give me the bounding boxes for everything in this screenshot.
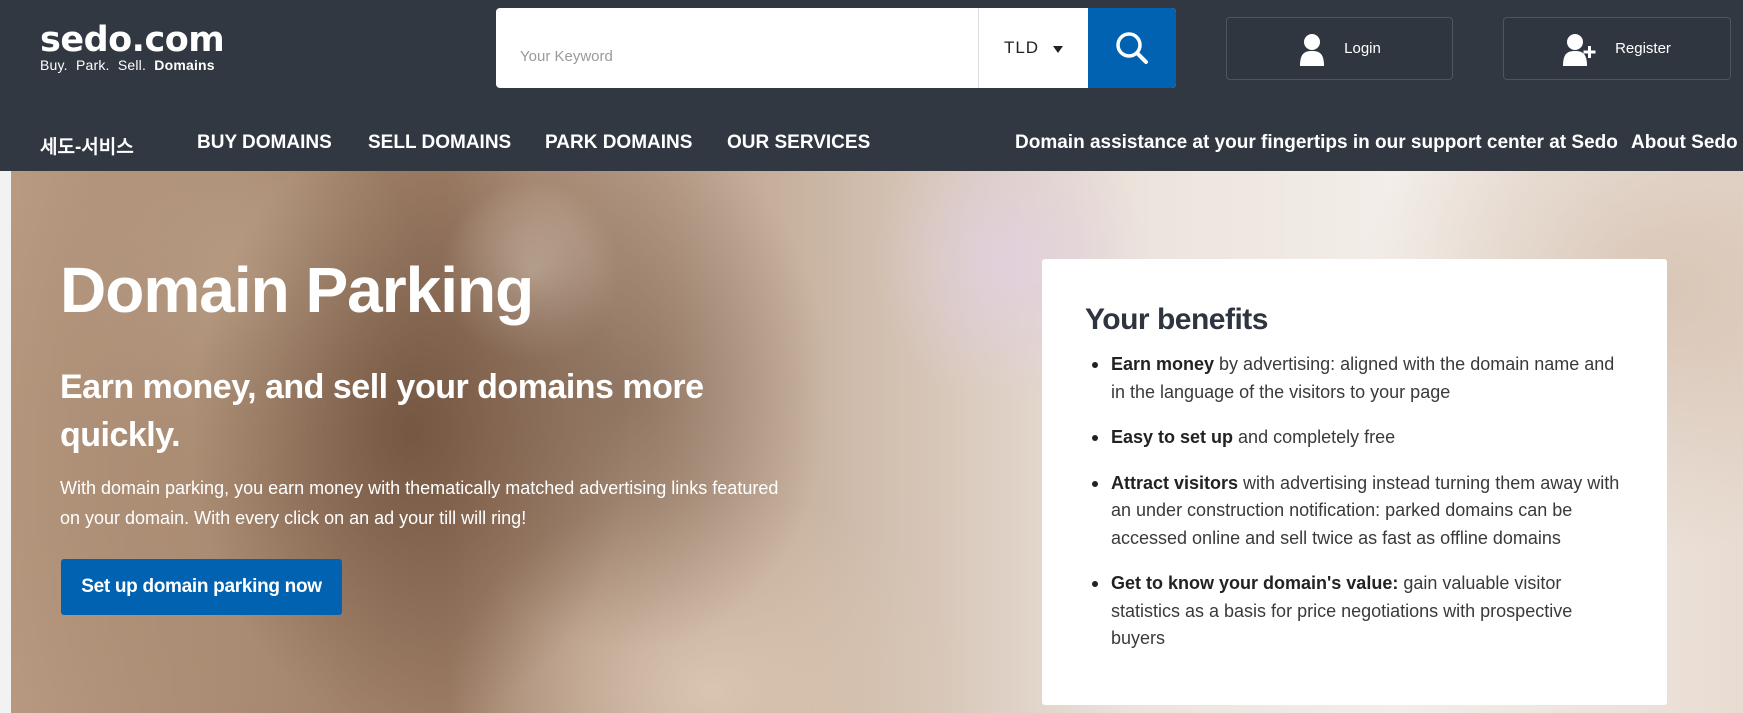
sedo-logo[interactable]: sedo.com Buy. Park. Sell. Domains — [40, 18, 225, 73]
tagline-domains: Domains — [154, 57, 215, 73]
benefit-item: Easy to set up and completely free — [1085, 424, 1625, 452]
nav-item-park-domains[interactable]: PARK DOMAINS — [545, 132, 692, 154]
user-icon — [1300, 33, 1325, 66]
nav-item-sedo-services[interactable]: 세도-서비스 — [40, 132, 134, 159]
benefit-highlight: Easy to set up — [1111, 427, 1234, 447]
hero-subtitle: Earn money, and sell your domains more q… — [60, 368, 704, 454]
main-nav: 세도-서비스 BUY DOMAINS SELL DOMAINS PARK DOM… — [0, 120, 1743, 166]
benefit-item: Attract visitors with advertising instea… — [1085, 470, 1625, 553]
benefits-panel: Your benefits Earn money by advertising:… — [1042, 259, 1667, 705]
add-user-icon — [1563, 33, 1596, 66]
search-field-wrapper — [496, 8, 978, 88]
search-icon — [1116, 32, 1148, 64]
register-label: Register — [1615, 40, 1671, 57]
nav-item-support-center[interactable]: Domain assistance at your fingertips in … — [1015, 132, 1618, 154]
login-button[interactable]: Login — [1226, 17, 1453, 80]
nav-item-buy-domains[interactable]: BUY DOMAINS — [197, 132, 332, 154]
bullet-icon — [1092, 581, 1098, 587]
bullet-icon — [1092, 480, 1098, 487]
tagline-sell: Sell. — [117, 57, 147, 73]
domain-search-bar: TLD — [496, 8, 1176, 88]
nav-item-our-services[interactable]: OUR SERVICES — [727, 132, 870, 154]
tld-dropdown[interactable]: TLD — [978, 8, 1088, 88]
tagline-buy: Buy. — [40, 57, 68, 73]
search-button[interactable] — [1088, 8, 1176, 88]
benefits-list: Earn money by advertising: aligned with … — [1085, 351, 1625, 653]
bullet-icon — [1092, 435, 1098, 441]
register-button[interactable]: Register — [1503, 17, 1731, 80]
benefit-item: Earn money by advertising: aligned with … — [1085, 351, 1625, 406]
benefit-text: and completely free — [1233, 427, 1396, 447]
bullet-icon — [1092, 362, 1098, 368]
tagline-park: Park. — [75, 57, 110, 73]
hero-description: With domain parking, you earn money with… — [60, 478, 779, 528]
benefit-highlight: Get to know your domain's value: — [1111, 573, 1399, 593]
setup-parking-button[interactable]: Set up domain parking now — [61, 559, 342, 615]
benefit-item: Get to know your domain's value: gain va… — [1085, 570, 1625, 653]
benefits-title: Your benefits — [1085, 303, 1268, 336]
tld-label: TLD — [1003, 38, 1040, 57]
hero-banner: Domain Parking Earn money, and sell your… — [11, 171, 1743, 713]
login-label: Login — [1344, 40, 1381, 57]
caret-down-icon — [1053, 45, 1064, 53]
logo-tagline: Buy. Park. Sell. Domains — [40, 57, 224, 73]
benefit-highlight: Attract visitors — [1111, 472, 1239, 493]
benefit-highlight: Earn money — [1111, 354, 1215, 374]
nav-item-about-sedo[interactable]: About Sedo — [1631, 132, 1738, 154]
logo-wordmark: sedo.com — [40, 20, 225, 60]
header: sedo.com Buy. Park. Sell. Domains TLD L — [0, 0, 1743, 171]
nav-item-sell-domains[interactable]: SELL DOMAINS — [368, 132, 511, 154]
page-title: Domain Parking — [60, 254, 534, 326]
keyword-search-input[interactable] — [496, 8, 978, 88]
